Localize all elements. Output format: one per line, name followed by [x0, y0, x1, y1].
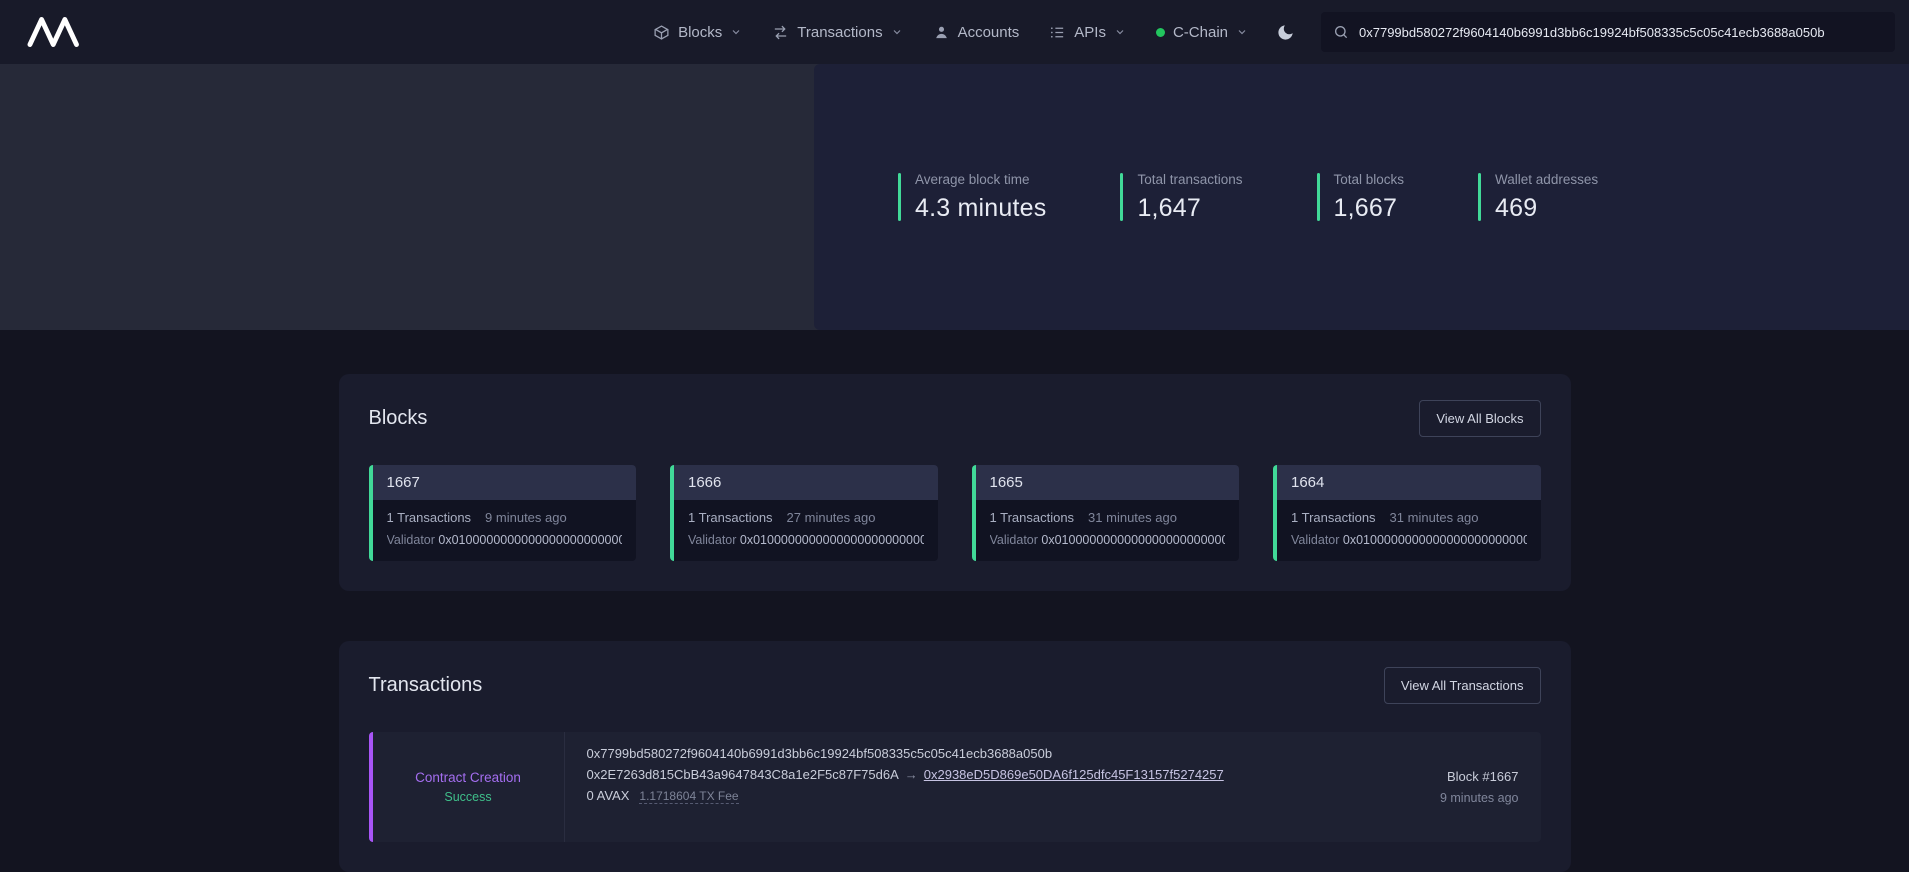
transactions-icon	[772, 24, 789, 41]
person-icon	[933, 24, 950, 41]
block-age: 31 minutes ago	[1088, 510, 1177, 525]
validator-label: Validator	[688, 533, 736, 547]
stat-value: 1,647	[1137, 194, 1242, 223]
tx-fee: 1.1718604 TX Fee	[639, 789, 738, 804]
transaction-row[interactable]: Contract Creation Success 0x7799bd580272…	[369, 732, 1541, 842]
block-card-body: 1 Transactions 31 minutes ago Validator …	[976, 500, 1240, 561]
nav-item-apis[interactable]: APIs	[1049, 24, 1126, 41]
stat-label: Wallet addresses	[1495, 172, 1598, 187]
list-icon	[1049, 24, 1066, 41]
transactions-section: Transactions View All Transactions Contr…	[339, 641, 1571, 872]
block-card[interactable]: 1665 1 Transactions 31 minutes ago Valid…	[972, 465, 1240, 561]
stat-accent-bar	[898, 173, 901, 221]
tx-block-link[interactable]: Block #1667	[1447, 769, 1519, 784]
top-navbar: Blocks Transactions Accounts APIs	[0, 0, 1909, 64]
chain-status-dot-icon	[1156, 28, 1165, 37]
block-card-body: 1 Transactions 9 minutes ago Validator 0…	[373, 500, 637, 561]
view-all-blocks-button[interactable]: View All Blocks	[1419, 400, 1540, 437]
block-age: 31 minutes ago	[1390, 510, 1479, 525]
block-card[interactable]: 1664 1 Transactions 31 minutes ago Valid…	[1273, 465, 1541, 561]
chevron-down-icon	[1236, 26, 1248, 38]
block-number[interactable]: 1666	[674, 465, 938, 500]
search-input[interactable]	[1359, 25, 1883, 40]
nav-label: Accounts	[958, 24, 1020, 41]
block-tx-count: 1 Transactions	[688, 510, 773, 525]
chevron-down-icon	[1114, 26, 1126, 38]
tx-type: Contract Creation	[415, 770, 521, 785]
nav-label: C-Chain	[1173, 24, 1228, 41]
tx-amount: 0 AVAX	[587, 788, 630, 803]
block-card-body: 1 Transactions 27 minutes ago Validator …	[674, 500, 938, 561]
block-card[interactable]: 1667 1 Transactions 9 minutes ago Valida…	[369, 465, 637, 561]
tx-details: 0x7799bd580272f9604140b6991d3bb6c19924bf…	[565, 732, 1331, 842]
validator-label: Validator	[1291, 533, 1339, 547]
stat-value: 1,667	[1334, 194, 1405, 223]
stat-value: 469	[1495, 194, 1598, 223]
blocks-section: Blocks View All Blocks 1667 1 Transactio…	[339, 374, 1571, 591]
validator-address: 0x0100000000000000000000000...	[740, 533, 924, 547]
stat-accent-bar	[1120, 173, 1123, 221]
tx-age: 9 minutes ago	[1440, 791, 1519, 805]
tx-to-address-link[interactable]: 0x2938eD5D869e50DA6f125dfc45F13157f52742…	[924, 767, 1224, 782]
tx-amount-line: 0 AVAX 1.1718604 TX Fee	[587, 788, 1309, 804]
block-card-body: 1 Transactions 31 minutes ago Validator …	[1277, 500, 1541, 561]
validator-address: 0x0100000000000000000000000...	[438, 533, 622, 547]
stat-label: Total transactions	[1137, 172, 1242, 187]
nav-label: Transactions	[797, 24, 882, 41]
stat-average-block-time: Average block time 4.3 minutes	[898, 172, 1046, 223]
tx-meta: Block #1667 9 minutes ago	[1331, 732, 1541, 842]
block-card[interactable]: 1666 1 Transactions 27 minutes ago Valid…	[670, 465, 938, 561]
block-tx-count: 1 Transactions	[990, 510, 1075, 525]
stat-total-blocks: Total blocks 1,667	[1317, 172, 1405, 223]
stat-value: 4.3 minutes	[915, 194, 1046, 223]
cube-icon	[653, 24, 670, 41]
validator-label: Validator	[387, 533, 435, 547]
stat-total-transactions: Total transactions 1,647	[1120, 172, 1242, 223]
nav-label: APIs	[1074, 24, 1106, 41]
nav-item-accounts[interactable]: Accounts	[933, 24, 1020, 41]
nav-menu: Blocks Transactions Accounts APIs	[653, 24, 1248, 41]
transactions-section-title: Transactions	[369, 674, 483, 697]
validator-address: 0x0100000000000000000000000...	[1041, 533, 1225, 547]
search-icon	[1333, 24, 1349, 40]
stat-label: Total blocks	[1334, 172, 1405, 187]
stat-accent-bar	[1478, 173, 1481, 221]
stat-wallet-addresses: Wallet addresses 469	[1478, 172, 1598, 223]
nav-label: Blocks	[678, 24, 722, 41]
hero-section: Average block time 4.3 minutes Total tra…	[0, 64, 1909, 330]
stat-label: Average block time	[915, 172, 1046, 187]
nav-item-chain-selector[interactable]: C-Chain	[1156, 24, 1248, 41]
tx-hash-link[interactable]: 0x7799bd580272f9604140b6991d3bb6c19924bf…	[587, 746, 1309, 761]
tx-status-badge: Success	[444, 790, 491, 804]
nav-item-blocks[interactable]: Blocks	[653, 24, 742, 41]
view-all-transactions-button[interactable]: View All Transactions	[1384, 667, 1541, 704]
validator-label: Validator	[990, 533, 1038, 547]
block-number[interactable]: 1664	[1277, 465, 1541, 500]
brand-logo[interactable]	[26, 15, 84, 49]
block-number[interactable]: 1665	[976, 465, 1240, 500]
block-number[interactable]: 1667	[373, 465, 637, 500]
block-tx-count: 1 Transactions	[1291, 510, 1376, 525]
avalanche-logo-icon	[26, 15, 84, 49]
validator-address: 0x0100000000000000000000000...	[1343, 533, 1527, 547]
blocks-row: 1667 1 Transactions 9 minutes ago Valida…	[369, 465, 1541, 561]
tx-from-address[interactable]: 0x2E7263d815CbB43a9647843C8a1e2F5c87F75d…	[587, 767, 899, 782]
chevron-down-icon	[891, 26, 903, 38]
block-age: 27 minutes ago	[787, 510, 876, 525]
theme-toggle-moon-icon[interactable]	[1276, 23, 1295, 42]
arrow-right-icon: →	[905, 767, 918, 782]
search-box[interactable]	[1321, 12, 1895, 52]
tx-type-cell: Contract Creation Success	[373, 732, 565, 842]
stats-panel: Average block time 4.3 minutes Total tra…	[814, 64, 1909, 330]
stat-accent-bar	[1317, 173, 1320, 221]
blocks-section-title: Blocks	[369, 407, 428, 430]
block-age: 9 minutes ago	[485, 510, 567, 525]
nav-item-transactions[interactable]: Transactions	[772, 24, 902, 41]
block-tx-count: 1 Transactions	[387, 510, 472, 525]
tx-addresses: 0x2E7263d815CbB43a9647843C8a1e2F5c87F75d…	[587, 767, 1309, 782]
chevron-down-icon	[730, 26, 742, 38]
